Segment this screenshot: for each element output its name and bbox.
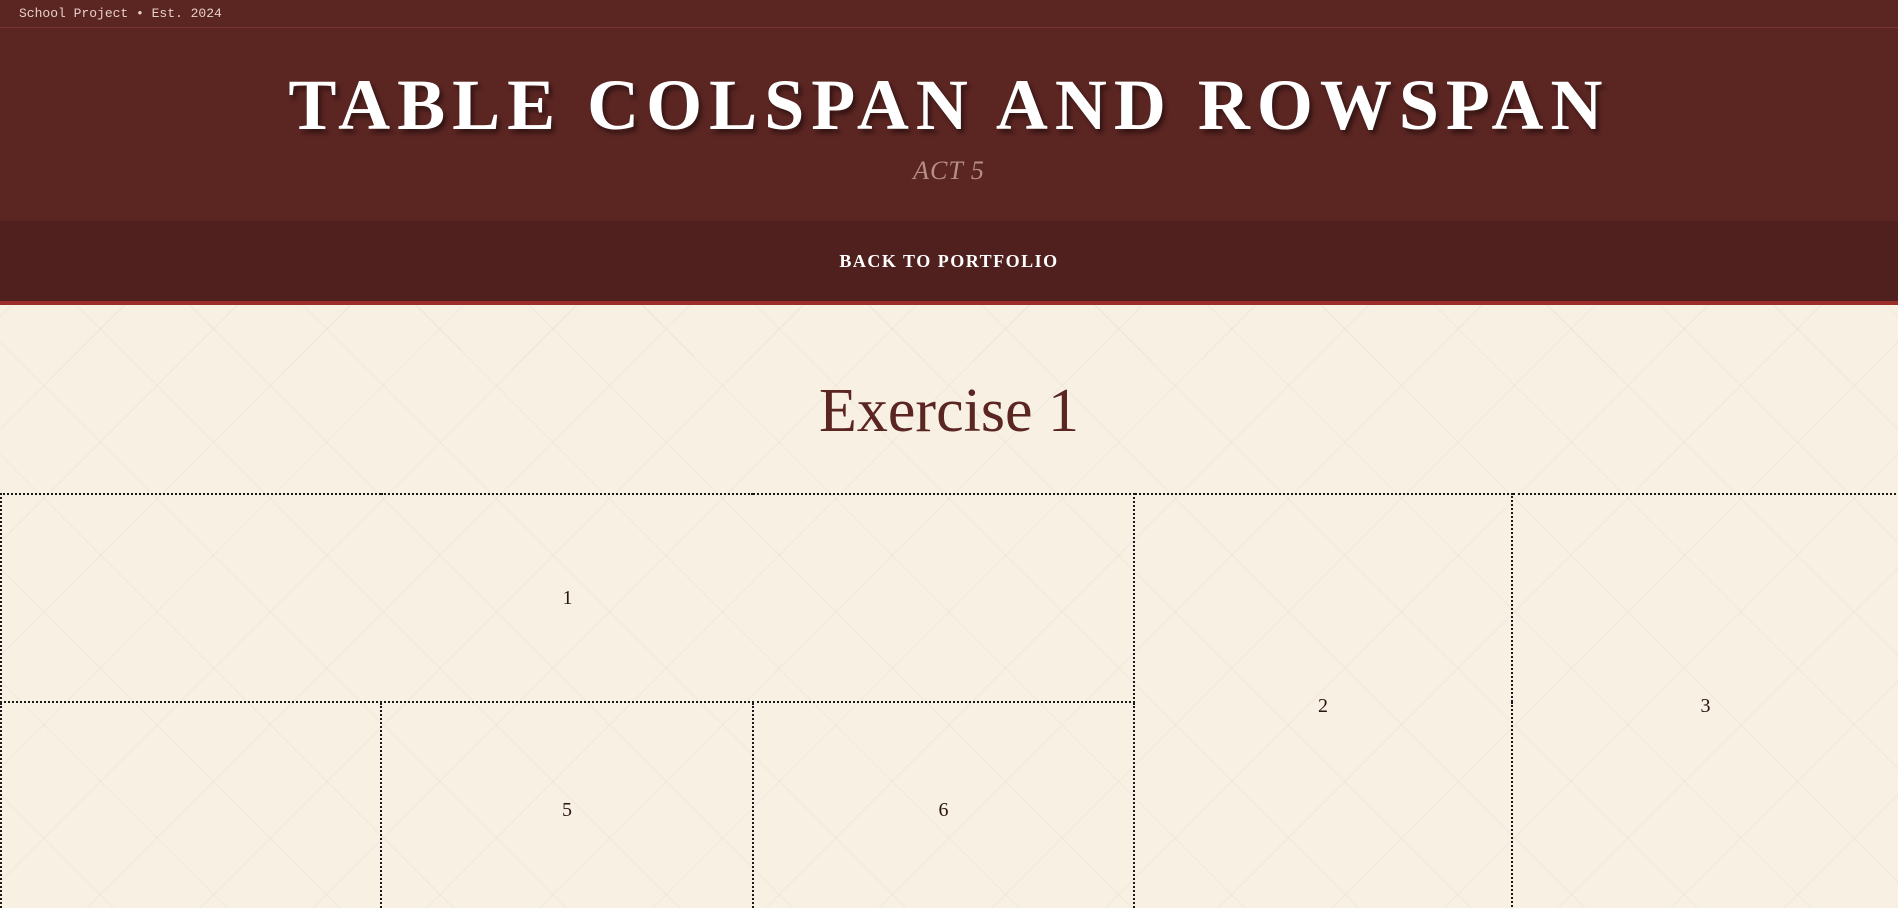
top-bar-text: School Project • Est. 2024 <box>19 6 222 21</box>
table-row: 1 2 3 <box>0 493 1898 908</box>
table-cell-5: 5 <box>380 701 754 908</box>
page-header: TABLE COLSPAN AND ROWSPAN ACT 5 <box>0 28 1898 221</box>
main-content: Exercise 1 1 2 3 5 6 <box>0 305 1898 908</box>
table-cell-4 <box>0 701 382 908</box>
exercise-title: Exercise 1 <box>819 377 1079 445</box>
table-cell-6: 6 <box>752 701 1135 908</box>
exercise-table: 1 2 3 5 6 <box>0 493 1898 908</box>
main-nav: BACK TO PORTFOLIO <box>0 221 1898 305</box>
table-cell-3: 3 <box>1511 493 1898 908</box>
back-to-portfolio-link[interactable]: BACK TO PORTFOLIO <box>839 251 1058 272</box>
top-bar: School Project • Est. 2024 <box>0 0 1898 28</box>
table-cell-1: 1 <box>0 493 1135 703</box>
table-cell-2: 2 <box>1133 493 1513 908</box>
page-title: TABLE COLSPAN AND ROWSPAN <box>288 65 1610 145</box>
page-subtitle: ACT 5 <box>913 156 985 186</box>
